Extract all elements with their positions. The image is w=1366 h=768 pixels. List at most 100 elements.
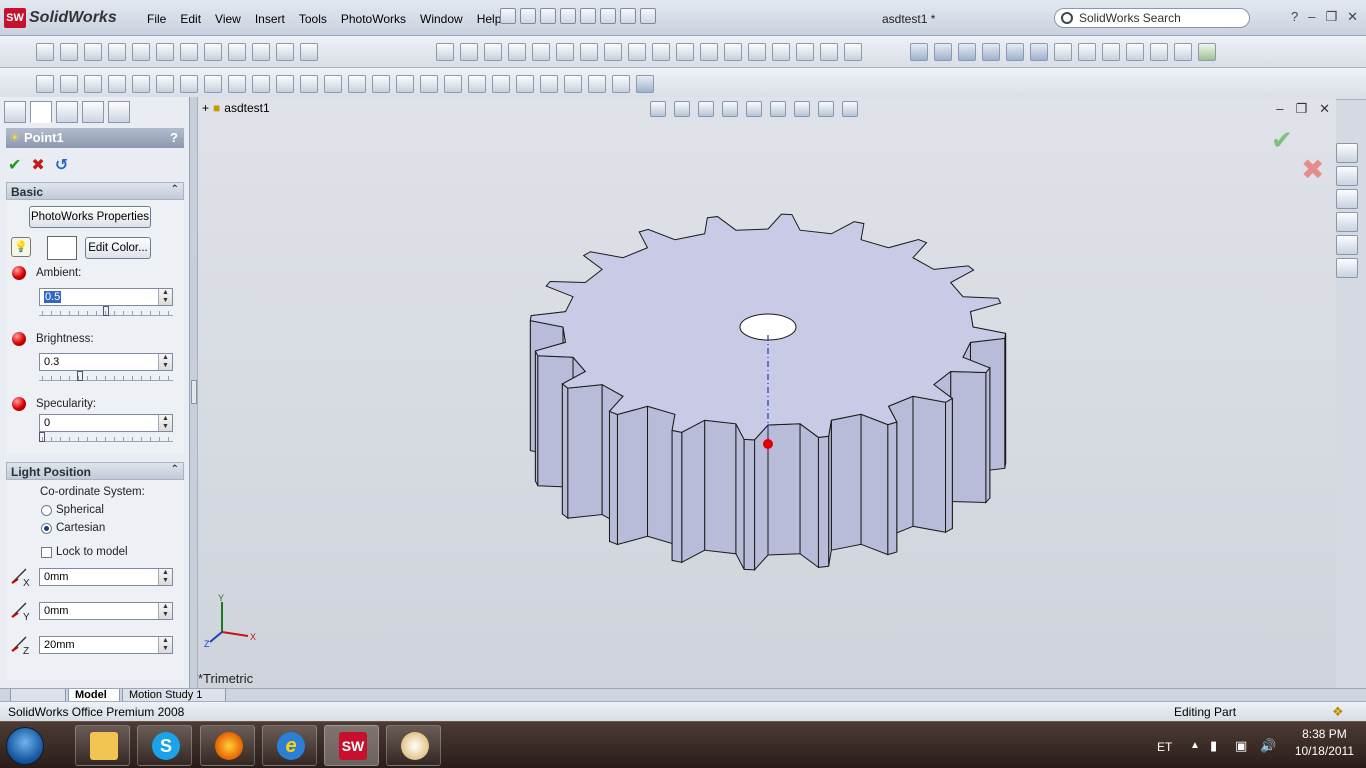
taskbar-paint[interactable] <box>386 725 441 766</box>
ambient-spinner[interactable]: ▲ ▼ <box>158 289 172 305</box>
y-position-input[interactable]: 0mm ▲ ▼ <box>39 602 173 620</box>
edit-color-button[interactable]: Edit Color... <box>85 237 151 259</box>
gear-side-face[interactable] <box>912 395 947 533</box>
menu-photoworks[interactable]: PhotoWorks <box>334 10 413 28</box>
render-last-icon[interactable] <box>1150 43 1168 61</box>
thicken-icon[interactable] <box>772 43 790 61</box>
polygon-icon[interactable] <box>252 75 270 93</box>
pm-help-icon[interactable]: ? <box>170 130 178 145</box>
close-icon[interactable]: ✕ <box>1347 9 1358 25</box>
photoworks-help-icon[interactable] <box>1198 43 1216 61</box>
confirm-cancel-icon[interactable]: ✖ <box>1301 153 1324 186</box>
appearance-icon[interactable] <box>958 43 976 61</box>
spherical-radio[interactable] <box>41 505 52 516</box>
linear-pattern-icon[interactable] <box>444 75 462 93</box>
color-swatch[interactable] <box>47 236 77 260</box>
gear-side-face[interactable] <box>950 370 987 504</box>
convert-entities-icon[interactable] <box>396 75 414 93</box>
revolve-icon[interactable] <box>60 43 78 61</box>
reference-geometry-icon[interactable] <box>252 43 270 61</box>
brightness-slider[interactable] <box>39 371 173 381</box>
file-explorer-icon[interactable] <box>1336 189 1358 209</box>
render-region-icon[interactable] <box>934 43 952 61</box>
start-button[interactable] <box>6 727 44 765</box>
delete-face-icon[interactable] <box>820 43 838 61</box>
part-name[interactable]: asdtest1 <box>224 101 269 115</box>
chamfer-icon[interactable] <box>156 43 174 61</box>
render-to-file-icon[interactable] <box>1126 43 1144 61</box>
loft-icon[interactable] <box>108 43 126 61</box>
options-icon[interactable] <box>640 8 656 24</box>
centerline-icon[interactable] <box>300 75 318 93</box>
menu-window[interactable]: Window <box>413 10 470 28</box>
undo-icon[interactable] <box>600 8 616 24</box>
feature-manager-tab[interactable] <box>4 101 26 123</box>
ok-check-icon[interactable]: ✔ <box>8 155 21 175</box>
show-hidden-icons[interactable]: ▲ <box>1190 740 1200 751</box>
rebuild-tag-icon[interactable]: ❖ <box>1332 704 1344 720</box>
pin-icon[interactable] <box>500 8 516 24</box>
gear-side-face[interactable] <box>830 413 862 551</box>
gear-side-face[interactable] <box>799 422 819 569</box>
collapse-icon[interactable]: ⌃ <box>171 464 179 475</box>
photoworks-properties-button[interactable]: PhotoWorks Properties <box>29 206 151 228</box>
move-body-icon[interactable] <box>604 43 622 61</box>
feature-tree-flyout[interactable]: + ■ asdtest1 <box>202 101 270 115</box>
combine-icon[interactable] <box>628 43 646 61</box>
gear-side-face[interactable] <box>735 423 745 570</box>
repair-sketch-icon[interactable] <box>516 75 534 93</box>
flex-icon[interactable] <box>748 43 766 61</box>
scale-icon[interactable] <box>556 43 574 61</box>
brightness-input[interactable]: 0.3 ▲ ▼ <box>39 353 173 371</box>
sketch-icon[interactable] <box>36 75 54 93</box>
undo-arrow-icon[interactable]: ↺ <box>55 155 68 175</box>
spherical-label[interactable]: Spherical <box>56 504 104 516</box>
gear-side-face[interactable] <box>985 366 991 504</box>
instant-3d-toggle-icon[interactable] <box>588 75 606 93</box>
gear-side-face[interactable] <box>561 382 569 520</box>
gear-side-face[interactable] <box>681 419 706 564</box>
x-position-spinner[interactable]: ▲ ▼ <box>158 569 172 585</box>
offset-icon[interactable] <box>372 75 390 93</box>
help-menu-icon[interactable]: ? <box>1291 9 1298 25</box>
expand-icon[interactable]: + <box>202 101 209 115</box>
gear-side-face[interactable] <box>671 429 683 563</box>
edit-appearance-icon[interactable] <box>818 101 834 117</box>
zoom-to-area-icon[interactable] <box>674 101 690 117</box>
split-icon[interactable] <box>580 43 598 61</box>
sweep-icon[interactable] <box>84 43 102 61</box>
previous-view-icon[interactable] <box>698 101 714 117</box>
tray-usb-icon[interactable]: ▮ <box>1210 738 1217 754</box>
panel-splitter[interactable] <box>190 97 198 688</box>
gear-side-face[interactable] <box>608 410 618 546</box>
hole-icon[interactable] <box>532 43 550 61</box>
language-indicator[interactable]: ET <box>1157 740 1172 754</box>
confirm-ok-icon[interactable]: ✔ <box>1271 125 1293 156</box>
point-light-marker[interactable] <box>763 439 773 449</box>
splitter-grip[interactable] <box>191 380 197 404</box>
sketch-options-icon[interactable] <box>612 75 630 93</box>
network-icon[interactable]: ▣ <box>1235 738 1247 754</box>
arc-icon[interactable] <box>156 75 174 93</box>
gear-side-face[interactable] <box>704 419 737 555</box>
x-position-input[interactable]: 0mm ▲ ▼ <box>39 568 173 586</box>
select-icon[interactable] <box>620 8 636 24</box>
bulb-icon[interactable]: 💡 <box>11 237 31 257</box>
ambient-input[interactable]: 0.5 ▲ ▼ <box>39 288 173 306</box>
shell-icon[interactable] <box>180 43 198 61</box>
solidworks-search[interactable]: SolidWorks Search <box>1054 8 1250 28</box>
solidworks-logo[interactable]: SW SolidWorks <box>4 7 117 29</box>
volume-icon[interactable]: 🔊 <box>1260 738 1276 754</box>
gear-side-face[interactable] <box>817 435 830 568</box>
menu-edit[interactable]: Edit <box>173 10 208 28</box>
viewport-restore-icon[interactable]: ❐ <box>1295 101 1307 117</box>
taskbar-clock[interactable]: 8:38 PM 10/18/2011 <box>1295 726 1354 760</box>
lighting-icon[interactable] <box>1030 43 1048 61</box>
sketch-settings-icon[interactable] <box>636 75 654 93</box>
fillet-icon[interactable] <box>132 43 150 61</box>
collapse-icon[interactable]: ⌃ <box>171 184 179 195</box>
appearances-scenes-icon[interactable] <box>1336 258 1358 278</box>
indent-icon[interactable] <box>724 43 742 61</box>
specularity-spinner[interactable]: ▲ ▼ <box>158 415 172 431</box>
viewport-minimize-icon[interactable]: – <box>1276 101 1283 117</box>
